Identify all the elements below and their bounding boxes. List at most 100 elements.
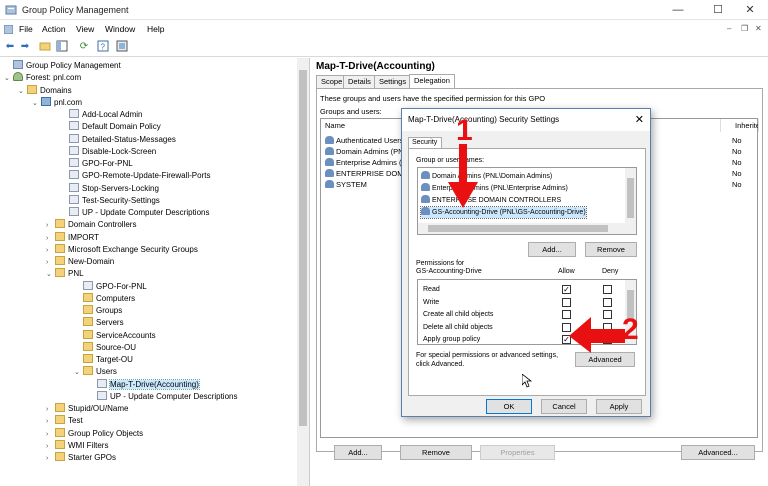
tree-item[interactable]: GPO-For-PNL	[60, 158, 133, 170]
tree-item[interactable]: Default Domain Policy	[60, 121, 161, 133]
group-list-scroll-thumb[interactable]	[627, 178, 634, 218]
back-arrow-icon[interactable]: ⬅	[3, 40, 17, 54]
tree-item[interactable]: Computers	[74, 292, 135, 305]
tree-item[interactable]: Stop-Servers-Locking	[60, 182, 159, 195]
tree-item[interactable]: GPO-Remote-Update-Firewall-Ports	[60, 170, 210, 182]
menu-window[interactable]: Window	[105, 24, 135, 34]
tree-item[interactable]: ServiceAccounts	[74, 329, 156, 342]
column-inherited[interactable]: Inherited	[731, 119, 759, 132]
expand-toggle-icon[interactable]: ⌄	[18, 86, 27, 98]
tree-item[interactable]: ⌄ Domains	[18, 84, 72, 98]
tab-details[interactable]: Details	[343, 75, 376, 88]
tree-item[interactable]: › IMPORT	[46, 231, 99, 245]
tree-item[interactable]: › New-Domain	[46, 256, 114, 268]
expand-toggle-icon[interactable]: ›	[46, 441, 55, 453]
menu-action[interactable]: Action	[42, 24, 66, 34]
properties-button[interactable]: Properties	[480, 445, 555, 460]
tree-scrollbar[interactable]	[297, 58, 309, 486]
tree-item[interactable]: Map-T-Drive(Accounting)	[88, 378, 200, 391]
expand-toggle-icon[interactable]: ›	[46, 245, 55, 257]
minimize-button[interactable]: —	[660, 0, 696, 20]
expand-toggle-icon[interactable]: ›	[46, 416, 55, 428]
tree-item[interactable]: Detailed-Status-Messages	[60, 133, 176, 146]
tree-item[interactable]: Target-OU	[74, 354, 133, 366]
group-list-scrollbar[interactable]	[625, 168, 636, 234]
tree-item[interactable]: Groups	[74, 305, 122, 317]
tree-item[interactable]: › Stupid/OU/Name	[46, 403, 128, 415]
tree-item[interactable]: ⌄ pnl.com	[32, 96, 82, 110]
ok-button[interactable]: OK	[486, 399, 532, 414]
expand-toggle-icon[interactable]: ›	[46, 233, 55, 245]
group-list-hscroll-thumb[interactable]	[428, 225, 608, 232]
advanced-button[interactable]: Advanced...	[681, 445, 755, 460]
refresh-icon[interactable]: ⟳	[77, 40, 91, 54]
group-list-hscrollbar[interactable]	[418, 223, 625, 234]
expand-toggle-icon[interactable]: ⌄	[46, 269, 55, 281]
gpo-icon	[97, 378, 107, 388]
tree-item[interactable]: UP - Update Computer Descriptions	[88, 390, 237, 403]
add-button[interactable]: Add...	[334, 445, 382, 460]
delegation-row[interactable]: Authenticated Users	[325, 135, 404, 146]
tree-item[interactable]: › Domain Controllers	[46, 219, 136, 231]
tree-item[interactable]: › Microsoft Exchange Security Groups	[46, 243, 198, 257]
mdi-close-icon[interactable]: ✕	[755, 24, 762, 33]
cancel-button[interactable]: Cancel	[541, 399, 587, 414]
expand-toggle-icon[interactable]: ›	[46, 429, 55, 441]
close-button[interactable]: ✕	[732, 0, 768, 20]
tree-item[interactable]: › Group Policy Objects	[46, 427, 143, 441]
expand-toggle-icon[interactable]: ›	[46, 220, 55, 232]
tree-scroll-thumb[interactable]	[299, 70, 307, 426]
console-icon[interactable]	[115, 40, 129, 54]
tab-settings[interactable]: Settings	[374, 75, 412, 88]
dialog-add-button[interactable]: Add...	[528, 242, 576, 257]
apply-button[interactable]: Apply	[596, 399, 642, 414]
show-hide-tree-icon[interactable]	[55, 40, 69, 54]
tree-item[interactable]: ⌄ Users	[74, 366, 117, 378]
group-list-item[interactable]: Enterprise Admins (PNL\Enterprise Admins…	[421, 183, 568, 194]
tree-item[interactable]: › Test	[46, 415, 83, 427]
tree-item[interactable]: GPO-For-PNL	[74, 280, 147, 293]
deny-checkbox[interactable]	[603, 285, 612, 294]
dialog-close-icon[interactable]: ✕	[635, 113, 644, 126]
tree-item[interactable]: Disable-Lock-Screen	[60, 145, 156, 158]
menu-file[interactable]: File	[19, 24, 33, 34]
dialog-remove-button[interactable]: Remove	[585, 242, 637, 257]
mdi-restore-icon[interactable]: ❐	[741, 24, 748, 33]
expand-toggle-icon[interactable]: ⌄	[4, 73, 13, 85]
remove-button[interactable]: Remove	[400, 445, 472, 460]
tree-item-label: GPO-Remote-Update-Firewall-Ports	[82, 171, 211, 181]
group-list-item[interactable]: Domain Admins (PNL\Domain Admins)	[421, 171, 552, 182]
folder-up-icon[interactable]	[38, 40, 52, 54]
tree-item-label: Domain Controllers	[68, 220, 137, 230]
deny-checkbox[interactable]	[603, 297, 612, 307]
menu-view[interactable]: View	[76, 24, 94, 34]
group-list-item[interactable]: GS-Accounting-Drive (PNL\GS-Accounting-D…	[420, 206, 587, 219]
tree-item[interactable]: › Starter GPOs	[46, 452, 116, 464]
tab-delegation[interactable]: Delegation	[409, 74, 455, 88]
group-list-item[interactable]: ENTERPRISE DOMAIN CONTROLLERS	[421, 195, 561, 206]
tree-item[interactable]: Source-OU	[74, 341, 136, 354]
expand-toggle-icon[interactable]: ›	[46, 404, 55, 416]
forward-arrow-icon[interactable]: ➡	[18, 40, 32, 54]
allow-checkbox[interactable]	[562, 297, 571, 307]
expand-toggle-icon[interactable]: ›	[46, 453, 55, 465]
expand-toggle-icon[interactable]: ›	[46, 257, 55, 269]
menu-help[interactable]: Help	[147, 24, 164, 34]
tree-item[interactable]: Group Policy Management	[4, 60, 121, 72]
mmc-menu-icon[interactable]	[4, 25, 13, 34]
expand-toggle-icon[interactable]: ⌄	[32, 98, 41, 110]
delegation-row[interactable]: SYSTEM	[325, 179, 367, 190]
help-icon[interactable]: ?	[96, 40, 110, 54]
tree-item[interactable]: Test-Security-Settings	[60, 194, 160, 207]
tree-item[interactable]: ⌄ PNL	[46, 268, 84, 280]
tree-item[interactable]: UP - Update Computer Descriptions	[60, 207, 209, 219]
maximize-button[interactable]: ☐	[700, 0, 736, 20]
allow-checkbox[interactable]: ✓	[562, 285, 571, 294]
tree-item[interactable]: ⌄ Forest: pnl.com	[4, 72, 81, 84]
mdi-minimize-icon[interactable]: –	[727, 24, 731, 33]
dialog-advanced-button[interactable]: Advanced	[575, 352, 635, 367]
tree-item[interactable]: Servers	[74, 317, 124, 329]
expand-toggle-icon[interactable]: ⌄	[74, 367, 83, 379]
tree-item[interactable]: Add-Local Admin	[60, 109, 142, 121]
tree-item[interactable]: › WMI Filters	[46, 439, 108, 453]
